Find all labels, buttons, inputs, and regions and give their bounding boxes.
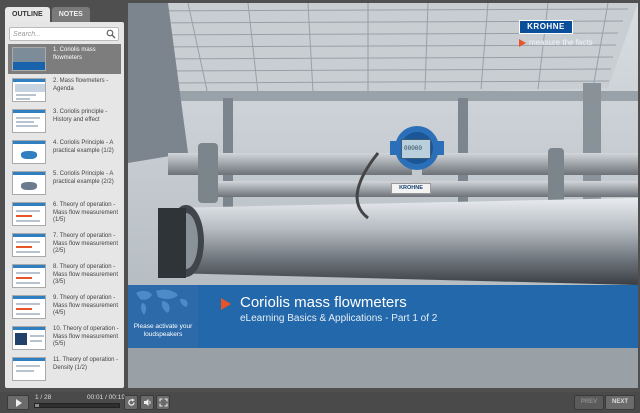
fullscreen-button[interactable] [156,395,170,410]
time-display: 00:01 / 00:19 [87,394,125,401]
slide-thumbnail [12,326,46,350]
slide-item-1[interactable]: 1. Coriolis mass flowmeters [8,44,121,74]
slide-item-5[interactable]: 5. Coriolis Principle - A practical exam… [8,168,121,198]
volume-icon [144,399,151,406]
transmitter-display: 00000 [401,139,431,159]
arrow-bullet-icon [221,298,231,310]
device-brand-plate: KROHNE [391,183,431,194]
search-input[interactable] [13,29,103,39]
slide-thumbnail [12,357,46,381]
outline-panel: 1. Coriolis mass flowmeters 2. Mass flow… [5,22,124,388]
seek-bar[interactable] [34,403,120,408]
slide-item-10[interactable]: 10. Theory of operation - Mass flow meas… [8,323,121,353]
slide-item-11[interactable]: 11. Theory of operation - Density (1/2) [8,354,121,384]
slide-item-8[interactable]: 8. Theory of operation - Mass flow measu… [8,261,121,291]
replay-icon [128,398,135,406]
slide-item-label: 2. Mass flowmeters - Agenda [53,78,109,92]
next-button[interactable]: NEXT [605,395,635,410]
play-icon [16,399,22,407]
slide-item-3[interactable]: 3. Coriolis principle - History and effe… [8,106,121,136]
slide-item-label: 8. Theory of operation - Mass flow measu… [53,264,119,285]
logo-arrow-icon [519,39,526,47]
slide-thumbnail [12,140,46,164]
search-icon[interactable] [106,29,116,39]
slide-subtitle: eLearning Basics & Applications - Part 1… [240,313,438,324]
slide-item-label: 4. Coriolis Principle - A practical exam… [53,140,114,154]
display-readout: 00000 [404,145,423,152]
slide-thumbnail [12,171,46,195]
logo-brand: KROHNE [519,20,573,34]
slide-item-7[interactable]: 7. Theory of operation - Mass flow measu… [8,230,121,260]
slide-item-2[interactable]: 2. Mass flowmeters - Agenda [8,75,121,105]
playback-bar: 1 / 28 00:01 / 00:19 PREV NEXT [0,392,640,413]
slide-thumbnail [12,295,46,319]
tab-outline[interactable]: OUTLINE [5,7,50,22]
slide-thumbnail [12,233,46,257]
play-button[interactable] [7,395,29,410]
tab-notes[interactable]: NOTES [51,7,90,22]
world-map-icon [136,289,188,315]
slide-item-label: 1. Coriolis mass flowmeters [53,47,96,61]
slide-counter: 1 / 28 [35,394,52,401]
slide-item-label: 10. Theory of operation - Mass flow meas… [53,326,119,347]
sidebar: OUTLINE NOTES 1. Coriolis mass flowmeter… [3,3,125,388]
audio-notice: Please activate your loudspeakers [133,323,193,338]
slide-item-label: 5. Coriolis Principle - A practical exam… [53,171,114,185]
slide-thumbnail [12,47,46,71]
slide-thumbnail [12,264,46,288]
audio-notice-panel: Please activate your loudspeakers [128,285,198,348]
fullscreen-icon [159,398,168,407]
slide-title: Coriolis mass flowmeters [240,294,407,311]
slide-thumbnail [12,78,46,102]
slide-item-4[interactable]: 4. Coriolis Principle - A practical exam… [8,137,121,167]
slide-stage: 00000 KROHNE KROHNE measure the facts Pl… [128,3,638,388]
volume-button[interactable] [140,395,154,410]
logo-tagline: measure the facts [529,38,593,47]
search-box [9,27,119,41]
slide-thumbnail [12,109,46,133]
prev-button[interactable]: PREV [574,395,604,410]
title-banner: Coriolis mass flowmeters eLearning Basic… [198,285,638,348]
slide-item-label: 9. Theory of operation - Mass flow measu… [53,295,119,316]
slide-item-6[interactable]: 6. Theory of operation - Mass flow measu… [8,199,121,229]
replay-button[interactable] [124,395,138,410]
player-window: OUTLINE NOTES 1. Coriolis mass flowmeter… [0,0,640,413]
krohne-logo: KROHNE measure the facts [518,18,628,54]
sidebar-tabs: OUTLINE NOTES [5,7,92,22]
slide-thumbnail [12,202,46,226]
slide-item-9[interactable]: 9. Theory of operation - Mass flow measu… [8,292,121,322]
slide-item-label: 6. Theory of operation - Mass flow measu… [53,202,119,223]
slide-item-label: 7. Theory of operation - Mass flow measu… [53,233,119,254]
slide-item-label: 3. Coriolis principle - History and effe… [53,109,108,123]
slide-list: 1. Coriolis mass flowmeters 2. Mass flow… [8,44,121,388]
seek-progress [35,404,40,407]
slide-item-label: 11. Theory of operation - Density (1/2) [53,357,119,371]
